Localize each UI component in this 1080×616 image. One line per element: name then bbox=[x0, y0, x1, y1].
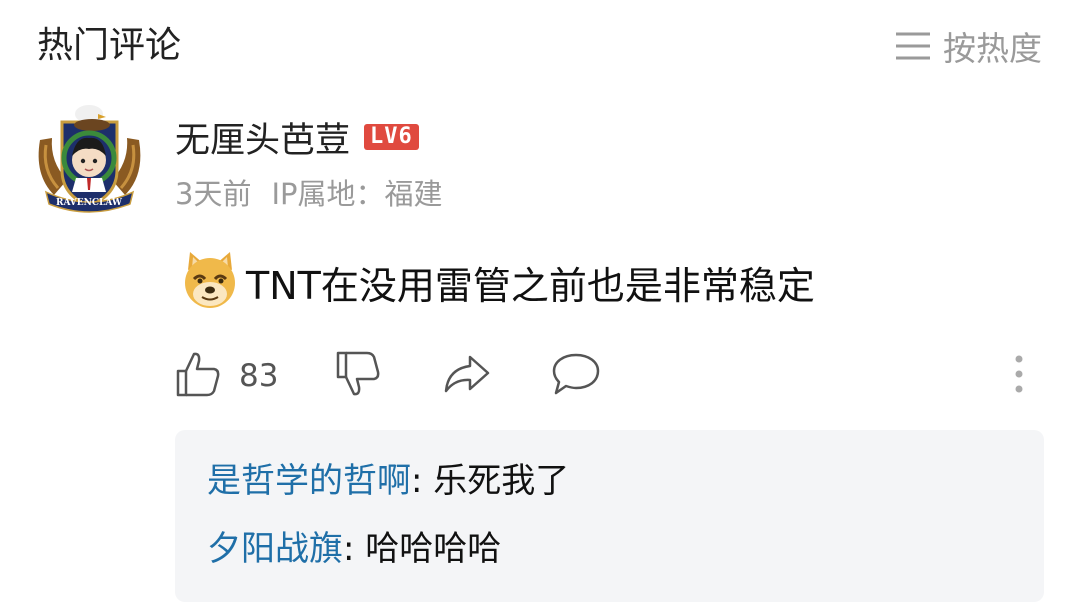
reply-username[interactable]: 是哲学的哲啊 bbox=[207, 461, 411, 501]
sort-label: 按热度 bbox=[943, 29, 1042, 68]
more-options-button[interactable] bbox=[1007, 348, 1031, 404]
doge-emoji-icon bbox=[180, 250, 240, 314]
like-button[interactable]: 83 bbox=[175, 348, 278, 404]
level-badge: LV6 bbox=[364, 124, 419, 150]
reply-item[interactable]: 夕阳战旗: 哈哈哈哈 bbox=[207, 526, 501, 572]
chat-bubble-icon bbox=[551, 351, 601, 401]
more-vertical-icon bbox=[1014, 354, 1024, 398]
reply-username[interactable]: 夕阳战旗 bbox=[207, 529, 343, 569]
thumbs-down-icon bbox=[335, 350, 381, 402]
share-button[interactable] bbox=[442, 348, 492, 404]
dislike-button[interactable] bbox=[335, 348, 381, 404]
thumbs-up-icon bbox=[175, 350, 221, 402]
comment-text: TNT在没用雷管之前也是非常稳定 bbox=[246, 263, 815, 308]
ip-location: IP属地：福建 bbox=[271, 177, 443, 211]
username[interactable]: 无厘头芭荳 bbox=[175, 112, 350, 163]
reply-button[interactable] bbox=[551, 348, 601, 404]
section-title: 热门评论 bbox=[37, 25, 182, 66]
sort-button[interactable]: 按热度 bbox=[895, 22, 1042, 70]
avatar[interactable]: RAVENCLAW bbox=[32, 100, 147, 215]
menu-lines-icon bbox=[895, 31, 931, 61]
reply-text: : 哈哈哈哈 bbox=[343, 529, 502, 569]
like-count: 83 bbox=[239, 358, 279, 394]
replies-box[interactable]: 是哲学的哲啊: 乐死我了 夕阳战旗: 哈哈哈哈 bbox=[175, 430, 1044, 602]
reply-text: : 乐死我了 bbox=[411, 461, 570, 501]
comment-time: 3天前 bbox=[175, 177, 252, 211]
share-arrow-icon bbox=[442, 352, 492, 400]
reply-item[interactable]: 是哲学的哲啊: 乐死我了 bbox=[207, 458, 569, 504]
svg-text:RAVENCLAW: RAVENCLAW bbox=[56, 198, 123, 208]
